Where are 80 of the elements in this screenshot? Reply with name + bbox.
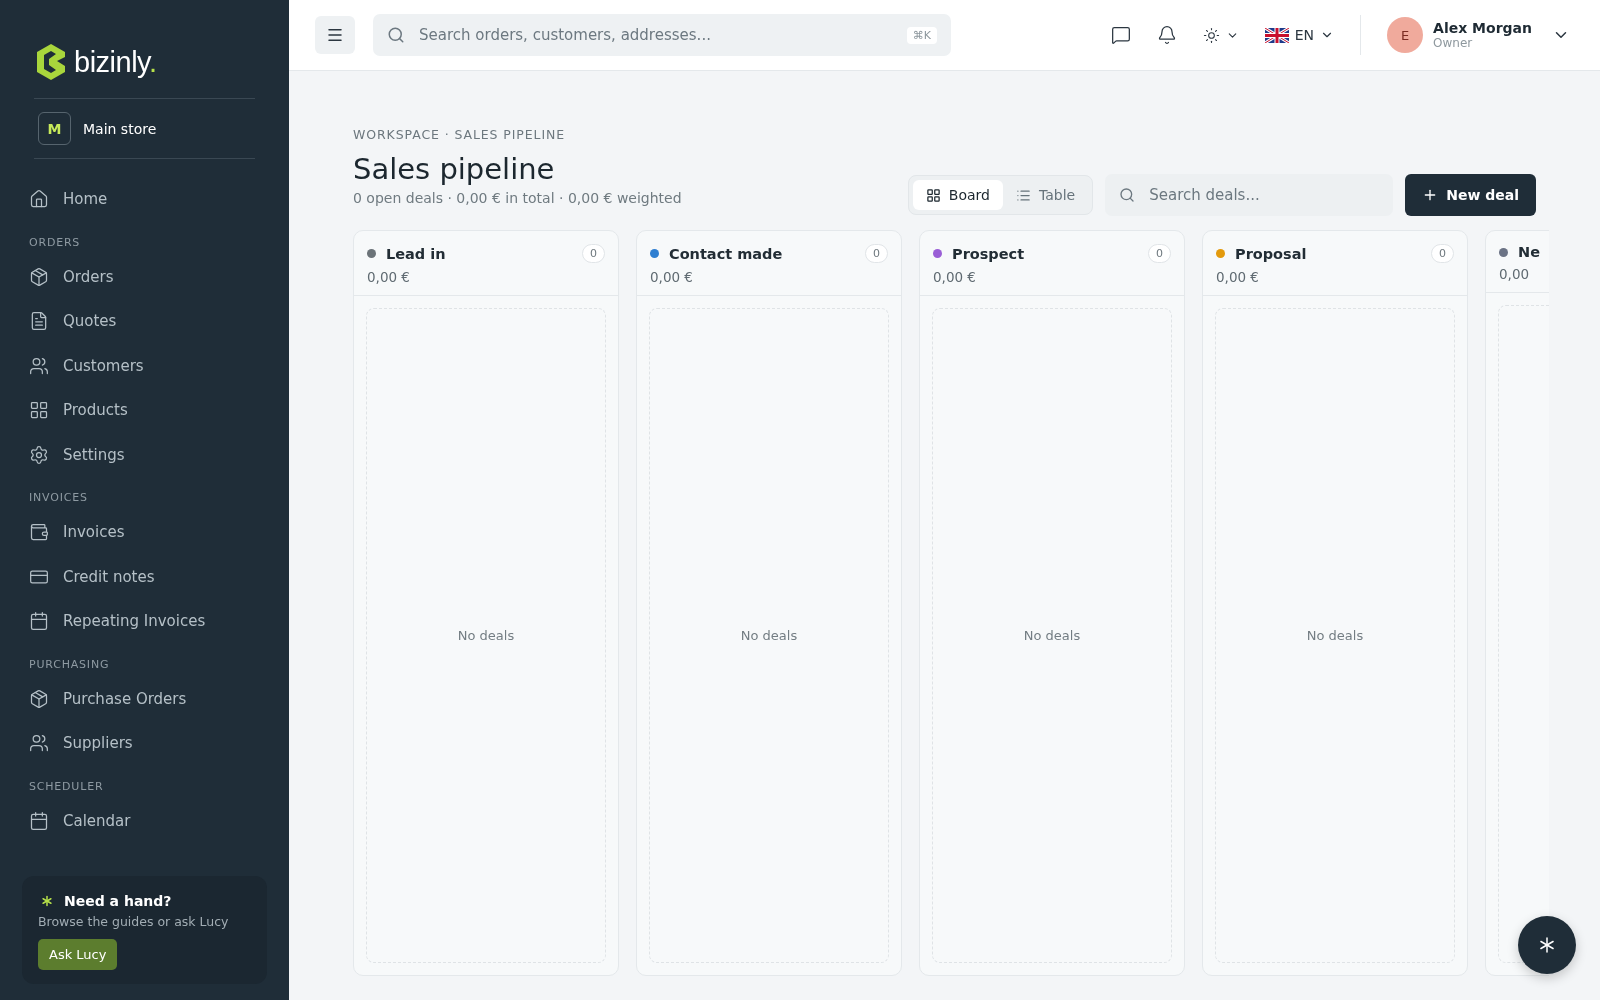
search-icon xyxy=(1119,187,1136,203)
breadcrumb: WORKSPACE · SALES PIPELINE xyxy=(353,127,567,142)
nav-icon xyxy=(29,522,49,543)
nav-item[interactable]: Customers xyxy=(22,343,267,388)
nav-icon xyxy=(29,444,49,465)
sun-icon xyxy=(1202,26,1220,44)
store-initial: M xyxy=(38,112,71,145)
help-title: Need a hand? xyxy=(64,893,172,909)
user-name: Alex Morgan xyxy=(1433,20,1532,36)
nav-item[interactable]: Credit notes xyxy=(22,554,267,599)
stage-name: Ne xyxy=(1518,244,1540,260)
theme-button[interactable] xyxy=(1202,26,1239,44)
bell-icon xyxy=(1156,25,1177,45)
list-icon xyxy=(1016,187,1031,203)
nav-icon xyxy=(29,189,49,210)
deal-search-field[interactable]: Search deals... xyxy=(1147,174,1380,216)
empty-text: No deals xyxy=(740,628,798,643)
view-tab[interactable]: Table xyxy=(1003,180,1089,210)
deal-count: 0 xyxy=(1431,244,1454,263)
ask-lucy-button[interactable]: Ask Lucy xyxy=(38,939,118,970)
nav-item[interactable]: Orders xyxy=(22,254,267,299)
stage-total: 0,00 € xyxy=(650,269,694,285)
nav-icon xyxy=(29,266,49,287)
nav-icon xyxy=(29,688,49,709)
shortcut-hint: ⌘K xyxy=(906,26,937,44)
flag-icon xyxy=(1264,27,1289,43)
deal-count: 0 xyxy=(582,244,605,263)
stage-total: 0,00 € xyxy=(367,269,411,285)
chat-icon xyxy=(1110,25,1131,45)
user-role: Owner xyxy=(1433,36,1474,50)
nav-item[interactable]: Home xyxy=(22,177,267,222)
nav-item[interactable]: Purchase Orders xyxy=(22,676,267,721)
stage-total: 0,00 xyxy=(1499,266,1531,282)
pipeline-summary: 0 open deals · 0,00 € in total · 0,00 € weighted xyxy=(353,190,682,206)
nav-icon xyxy=(29,311,49,332)
deal-count: 0 xyxy=(865,244,888,263)
nav-item[interactable]: Quotes xyxy=(22,299,267,344)
nav-icon xyxy=(29,733,49,754)
menu-icon xyxy=(326,26,344,44)
nav-section-heading: ORDERS xyxy=(28,234,82,251)
nav-section-heading: PURCHASING xyxy=(28,656,111,673)
empty-text: No deals xyxy=(1023,628,1081,643)
nav-item[interactable]: Products xyxy=(22,388,267,433)
nav-section-heading: INVOICES xyxy=(28,490,89,506)
nav-item[interactable]: Invoices xyxy=(22,510,267,555)
stage-name: Contact made xyxy=(669,245,783,262)
nav-icon xyxy=(29,810,49,831)
nav-icon xyxy=(29,355,49,376)
brand-name: bizinly. xyxy=(74,45,157,79)
deal-count: 0 xyxy=(1148,244,1171,263)
assistant-button[interactable] xyxy=(1518,916,1576,974)
logo-icon xyxy=(36,43,66,81)
menu-button[interactable] xyxy=(315,16,355,54)
view-tab[interactable]: Board xyxy=(912,180,1003,210)
empty-text: No deals xyxy=(457,628,515,643)
help-text: Browse the guides or ask Lucy xyxy=(38,914,230,929)
nav-item[interactable]: Calendar xyxy=(22,798,267,843)
stage-name: Proposal xyxy=(1235,245,1307,262)
stage-total: 0,00 € xyxy=(1216,269,1260,285)
user-avatar[interactable]: E xyxy=(1387,17,1424,53)
nav-section-heading: SCHEDULER xyxy=(28,778,105,795)
stage-name: Lead in xyxy=(386,245,446,262)
nav-item[interactable]: Suppliers xyxy=(22,721,267,766)
nav-item[interactable]: Settings xyxy=(22,432,267,477)
search-icon xyxy=(387,26,405,44)
page-title: Sales pipeline xyxy=(353,152,556,186)
messages-button[interactable] xyxy=(1110,25,1131,45)
store-name[interactable]: Main store xyxy=(83,120,157,137)
language-button[interactable]: EN xyxy=(1264,27,1335,43)
stage-total: 0,00 € xyxy=(933,269,977,285)
nav-icon xyxy=(29,611,49,632)
deal-search-box[interactable]: Search deals... xyxy=(1105,174,1394,216)
notifications-button[interactable] xyxy=(1156,25,1177,45)
nav-item[interactable]: Repeating Invoices xyxy=(22,599,267,644)
new-deal-button[interactable]: New deal xyxy=(1405,174,1536,216)
stage-name: Prospect xyxy=(952,245,1025,262)
global-search-field[interactable]: Search orders, customers, addresses... xyxy=(417,14,895,56)
grid-icon xyxy=(925,187,941,203)
nav-icon xyxy=(29,400,49,421)
empty-text: No deals xyxy=(1306,628,1364,643)
